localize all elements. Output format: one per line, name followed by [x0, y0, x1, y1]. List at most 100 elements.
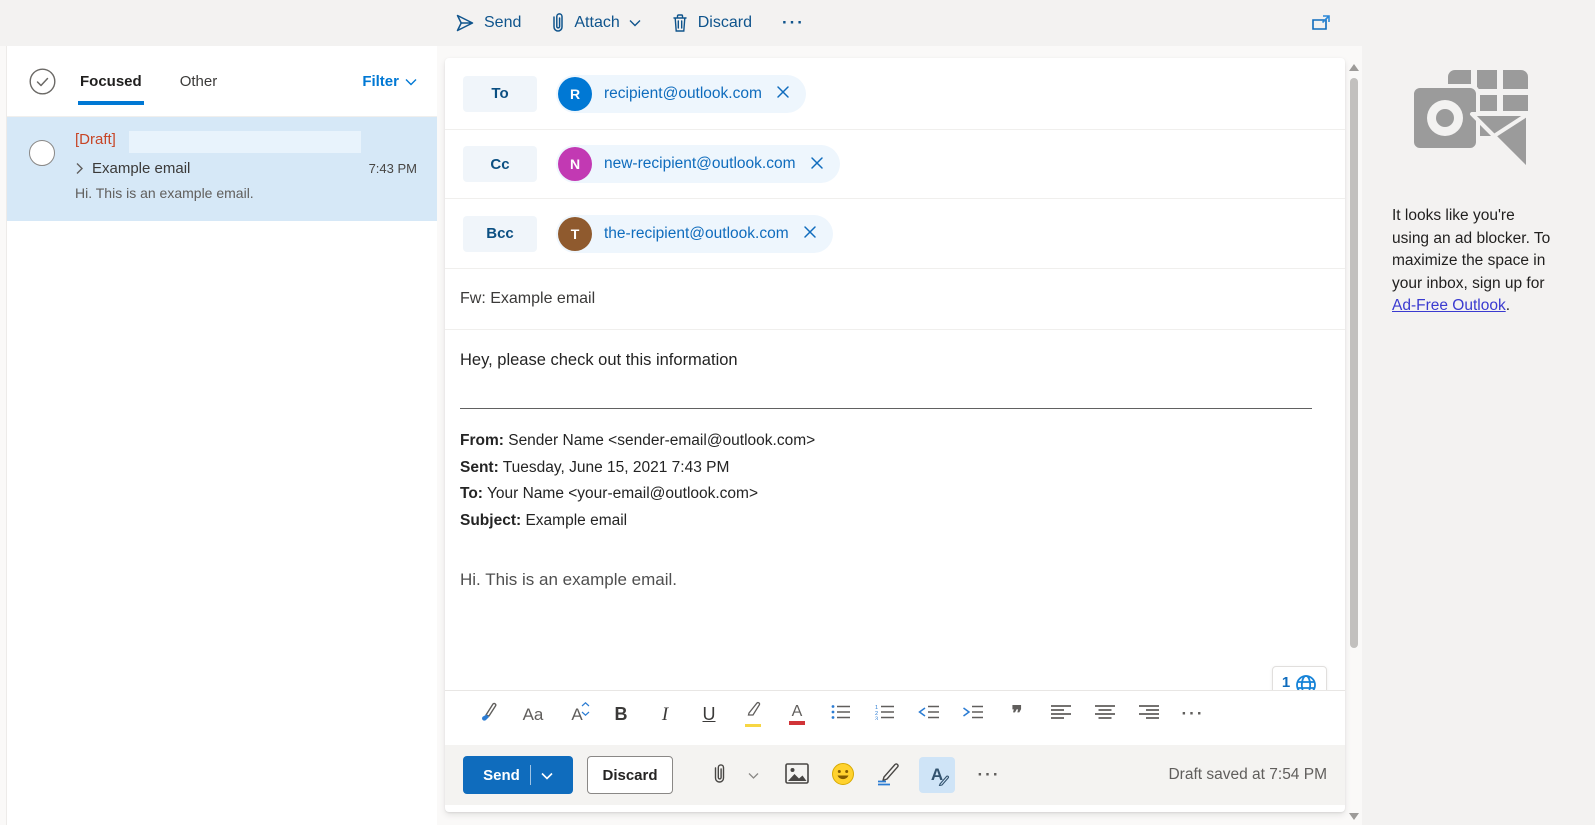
chevron-down-icon: [748, 768, 759, 783]
blockquote-button[interactable]: ❞: [995, 697, 1039, 731]
ad-message-period: .: [1506, 297, 1510, 314]
open-in-new-window-button[interactable]: [1311, 13, 1331, 36]
numbered-list-button[interactable]: 123: [863, 697, 907, 731]
message-list-header: Focused Other Filter: [7, 46, 437, 117]
ad-blocker-message: It looks like you're using an ad blocker…: [1392, 205, 1556, 318]
message-body-editor[interactable]: Hey, please check out this information F…: [445, 330, 1345, 690]
send-command-label: Send: [484, 14, 521, 32]
chevron-down-icon: [629, 19, 641, 27]
italic-button[interactable]: I: [643, 697, 687, 731]
recipient-email: new-recipient@outlook.com: [604, 155, 796, 173]
editor-pen-icon: [938, 774, 950, 789]
insert-emoji-button[interactable]: [825, 757, 861, 793]
discard-command-button[interactable]: Discard: [671, 13, 752, 33]
filter-button[interactable]: Filter: [362, 73, 417, 90]
increase-indent-icon: [962, 704, 984, 725]
quoted-to-line: To: Your Name <your-email@outlook.com>: [460, 481, 815, 508]
align-left-button[interactable]: [1039, 697, 1083, 731]
picture-icon: [785, 763, 809, 787]
chevron-down-icon[interactable]: [541, 767, 553, 784]
to-button[interactable]: To: [463, 76, 537, 112]
scrollbar-thumb[interactable]: [1350, 78, 1358, 648]
highlight-button[interactable]: [731, 697, 775, 731]
font-color-swatch: [789, 721, 805, 725]
close-icon: [803, 227, 817, 242]
discard-command-label: Discard: [698, 14, 752, 32]
draw-ink-button[interactable]: [871, 757, 907, 793]
editor-button[interactable]: A: [919, 757, 955, 793]
message-select-radio[interactable]: [29, 140, 55, 166]
filter-label: Filter: [362, 73, 399, 90]
scroll-up-icon[interactable]: [1349, 64, 1359, 71]
bcc-button[interactable]: Bcc: [463, 216, 537, 252]
insert-picture-button[interactable]: [779, 757, 815, 793]
quoted-from-line: From: Sender Name <sender-email@outlook.…: [460, 428, 815, 455]
remove-recipient-button[interactable]: [810, 156, 824, 173]
chevron-down-icon: [405, 73, 417, 90]
more-icon: ···: [1182, 704, 1205, 724]
font-color-button[interactable]: A: [775, 697, 819, 731]
paperclip-icon: [713, 763, 726, 788]
remove-recipient-button[interactable]: [803, 225, 817, 242]
recipient-chip-cc[interactable]: N new-recipient@outlook.com: [556, 145, 840, 183]
quoted-sent-line: Sent: Tuesday, June 15, 2021 7:43 PM: [460, 455, 815, 482]
more-icon: ···: [782, 13, 805, 33]
subject-value: Fw: Example email: [460, 290, 595, 308]
format-painter-button[interactable]: [467, 697, 511, 731]
chevron-right-icon[interactable]: [75, 162, 84, 175]
vertical-scrollbar[interactable]: [1346, 58, 1362, 825]
quoted-body-text: Hi. This is an example email.: [460, 570, 677, 590]
ink-pen-icon: [876, 762, 902, 789]
compose-action-bar: Send Discard A: [445, 745, 1345, 805]
close-icon: [810, 158, 824, 173]
quote-icon: ❞: [1012, 704, 1023, 724]
align-center-button[interactable]: [1083, 697, 1127, 731]
align-right-button[interactable]: [1127, 697, 1171, 731]
list-item-draft-email[interactable]: [Draft] Example email 7:43 PM Hi. This i…: [7, 117, 437, 221]
recipient-email: recipient@outlook.com: [604, 85, 762, 103]
underline-button[interactable]: U: [687, 697, 731, 731]
font-button[interactable]: Aa: [511, 697, 555, 731]
select-all-button[interactable]: [29, 68, 56, 95]
tab-focused[interactable]: Focused: [78, 65, 144, 98]
more-icon: ···: [978, 765, 1001, 785]
tab-other[interactable]: Other: [178, 65, 220, 98]
top-command-bar: Send Attach Discard ···: [0, 0, 1595, 46]
decrease-indent-button[interactable]: [907, 697, 951, 731]
send-button[interactable]: Send: [463, 756, 573, 794]
send-command-button[interactable]: Send: [455, 13, 521, 33]
more-actions-button[interactable]: ···: [971, 757, 1007, 793]
compose-pane: To R recipient@outlook.com Cc N new-reci…: [445, 58, 1345, 812]
attach-command-button[interactable]: Attach: [551, 12, 640, 34]
popout-icon: [1311, 21, 1331, 36]
more-commands-button[interactable]: ···: [782, 13, 805, 33]
discard-button[interactable]: Discard: [587, 756, 673, 794]
subject-field[interactable]: Fw: Example email: [445, 269, 1345, 330]
attach-file-button[interactable]: [701, 757, 737, 793]
up-down-carets-icon: [581, 701, 590, 721]
align-center-icon: [1095, 704, 1115, 725]
font-size-button[interactable]: A: [555, 697, 599, 731]
close-icon: [776, 87, 790, 102]
quoted-subject-line: Subject: Example email: [460, 508, 815, 535]
cc-button-label: Cc: [490, 156, 509, 173]
attach-options-chevron[interactable]: [741, 757, 765, 793]
ad-free-outlook-link[interactable]: Ad-Free Outlook: [1392, 297, 1506, 314]
font-icon: Aa: [523, 706, 544, 723]
message-preview: Hi. This is an example email.: [75, 181, 417, 206]
cc-button[interactable]: Cc: [463, 146, 537, 182]
more-formatting-button[interactable]: ···: [1171, 697, 1215, 731]
remove-recipient-button[interactable]: [776, 85, 790, 102]
scroll-down-icon[interactable]: [1349, 813, 1359, 820]
increase-indent-button[interactable]: [951, 697, 995, 731]
svg-text:3: 3: [875, 716, 878, 720]
recipient-email: the-recipient@outlook.com: [604, 225, 789, 243]
bullet-list-button[interactable]: [819, 697, 863, 731]
message-time: 7:43 PM: [369, 161, 417, 176]
bold-button[interactable]: B: [599, 697, 643, 731]
draft-saved-status: Draft saved at 7:54 PM: [1168, 766, 1327, 784]
recipient-chip-to[interactable]: R recipient@outlook.com: [556, 75, 806, 113]
recipient-chip-bcc[interactable]: T the-recipient@outlook.com: [556, 215, 833, 253]
paperclip-icon: [551, 12, 565, 34]
discard-button-label: Discard: [602, 767, 657, 784]
